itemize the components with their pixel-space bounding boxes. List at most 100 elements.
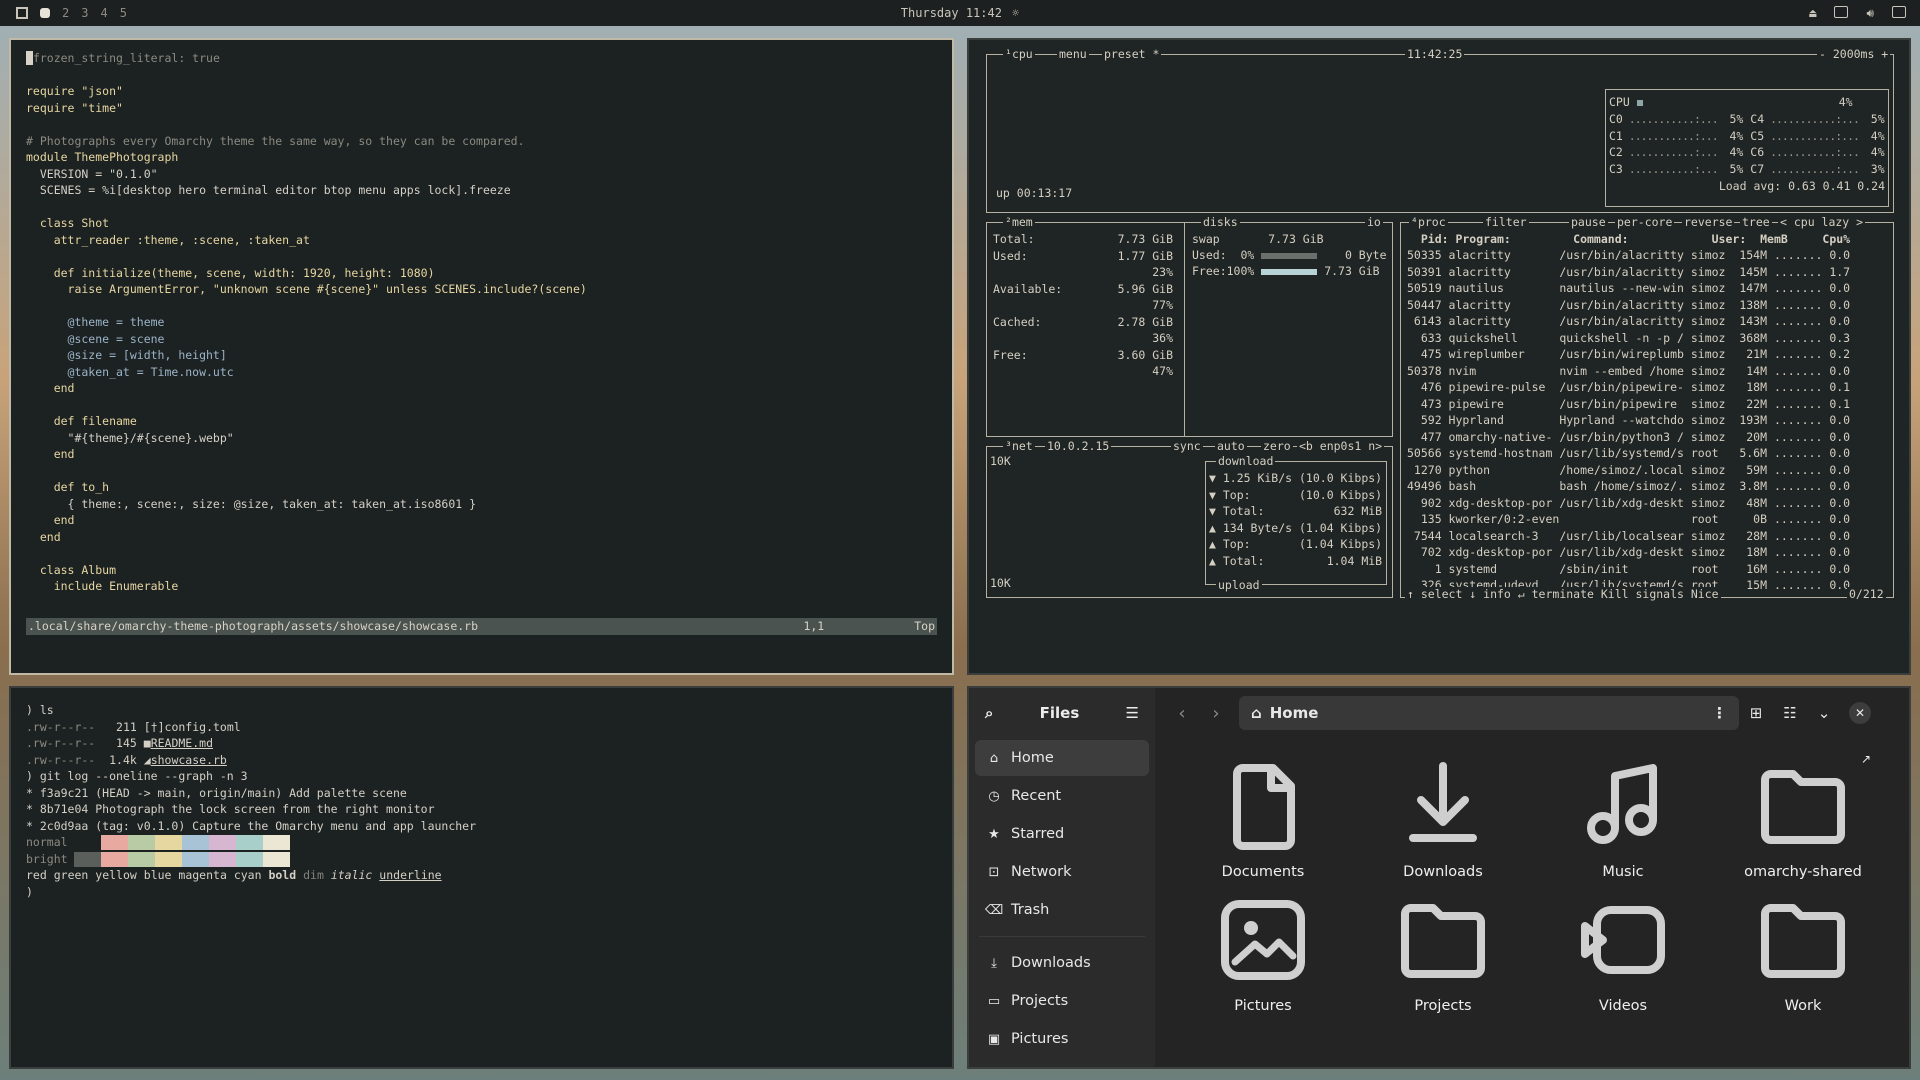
process-row[interactable]: 49496 bash bash /home/simoz/. simoz 3.8M… <box>1407 478 1850 495</box>
process-row[interactable]: 50391 alacritty /usr/bin/alacritty simoz… <box>1407 264 1850 281</box>
git-log-output: * f3a9c21 (HEAD -> main, origin/main) Ad… <box>26 786 476 833</box>
process-row[interactable]: 473 pipewire /usr/bin/pipewire simoz 22M… <box>1407 396 1850 413</box>
search-icon[interactable]: ⌕ <box>985 704 993 722</box>
file-perms: .rw-r--r-- <box>26 752 96 767</box>
back-button[interactable]: ‹ <box>1165 696 1199 730</box>
core-name: C4 <box>1750 112 1765 126</box>
proc-sort[interactable]: < cpu lazy > <box>1778 215 1866 229</box>
process-row[interactable]: 50519 nautilus nautilus --new-win simoz … <box>1407 280 1850 297</box>
sidebar-bookmark-projects[interactable]: ▭ Projects <box>975 983 1149 1019</box>
sidebar-bookmark-downloads[interactable]: ⤓ Downloads <box>975 945 1149 981</box>
proc-box-title[interactable]: ⁴proc <box>1409 215 1448 229</box>
workspace-3[interactable]: 3 <box>81 6 88 20</box>
folder-item[interactable]: Work <box>1713 892 1893 1014</box>
bluetooth-icon[interactable]: ⏏ <box>1809 6 1816 21</box>
process-row[interactable]: 902 xdg-desktop-por /usr/lib/xdg-deskt s… <box>1407 495 1850 512</box>
folder-item[interactable]: ↗ omarchy-shared <box>1713 752 1893 880</box>
neovim-window[interactable]: frozen_string_literal: true require "jso… <box>9 38 954 675</box>
btop-window[interactable]: ¹cpu menu preset * 11:42:25 - 2000ms + u… <box>967 38 1911 675</box>
folder-item[interactable]: Pictures <box>1173 892 1353 1014</box>
screen-record-icon[interactable] <box>1834 5 1849 18</box>
file-size: 145 <box>116 736 137 750</box>
process-row[interactable]: 702 xdg-desktop-por /usr/lib/xdg-deskt s… <box>1407 544 1850 561</box>
files-window[interactable]: ⌕ Files ☰ ⌂ Home ◷ Recent ★ Starred ⊡ Network ⌫ T… <box>967 686 1911 1069</box>
process-row[interactable]: 50566 systemd-hostnam /usr/lib/systemd/s… <box>1407 445 1850 462</box>
terminal-output[interactable]: ) ls .rw-r--r-- 211 [†]config.toml .rw-r… <box>26 702 937 900</box>
workspace-2[interactable]: 2 <box>62 6 69 20</box>
process-row[interactable]: 1270 python /home/simoz/.local simoz 59M… <box>1407 462 1850 479</box>
process-row[interactable]: 633 quickshell quickshell -n -p / simoz … <box>1407 330 1850 347</box>
folder-item[interactable]: Videos <box>1533 892 1713 1014</box>
sidebar-item-trash[interactable]: ⌫ Trash <box>975 892 1149 928</box>
palette-swatch <box>155 851 183 867</box>
workspace-4[interactable]: 4 <box>100 6 107 20</box>
sidebar-item-recent[interactable]: ◷ Recent <box>975 778 1149 814</box>
core-value: 5% <box>1870 112 1885 126</box>
swap-free: Free:100% 7.73 GiB <box>1192 264 1380 278</box>
more-options-icon[interactable]: ⋮ <box>1712 704 1727 722</box>
sidebar-item-network[interactable]: ⊡ Network <box>975 854 1149 890</box>
code-line: end <box>26 447 75 461</box>
palette-bright-label: bright <box>26 851 68 866</box>
process-row[interactable]: 592 Hyprland Hyprland --watchdo simoz 19… <box>1407 412 1850 429</box>
process-row[interactable]: 1 systemd /sbin/init root 16M ....... 0.… <box>1407 561 1850 578</box>
workspace-1-active[interactable] <box>40 8 50 18</box>
network-icon[interactable] <box>1892 5 1906 18</box>
net-scale-top: 10K <box>990 454 1011 468</box>
code-line: class Shot <box>26 216 110 230</box>
omarchy-logo-icon[interactable] <box>16 7 28 19</box>
file-icon: ■ <box>143 736 151 750</box>
sidebar-item-home[interactable]: ⌂ Home <box>975 740 1149 776</box>
net-sync[interactable]: sync <box>1171 439 1203 453</box>
process-row[interactable]: 475 wireplumber /usr/bin/wireplumb simoz… <box>1407 346 1850 363</box>
process-row[interactable]: 50335 alacritty /usr/bin/alacritty simoz… <box>1407 247 1850 264</box>
io-toggle[interactable]: io <box>1365 215 1383 229</box>
net-interface[interactable]: <b enp0s1 n> <box>1297 439 1385 453</box>
editor-buffer[interactable]: frozen_string_literal: true require "jso… <box>26 50 937 595</box>
process-row[interactable]: 476 pipewire-pulse /usr/bin/pipewire- si… <box>1407 379 1850 396</box>
process-row[interactable]: 50447 alacritty /usr/bin/alacritty simoz… <box>1407 297 1850 314</box>
close-button[interactable]: ✕ <box>1849 702 1871 724</box>
cpu-menu-toggle[interactable]: menu <box>1057 47 1089 61</box>
process-row[interactable]: 50378 nvim nvim --embed /home simoz 14M … <box>1407 363 1850 380</box>
proc-footer[interactable]: ↑ select ↓ info ↵ terminate Kill signals… <box>1405 587 1721 601</box>
terminal-window[interactable]: ) ls .rw-r--r-- 211 [†]config.toml .rw-r… <box>9 686 954 1069</box>
volume-icon[interactable]: 🔊︎ <box>1866 6 1874 21</box>
sidebar-bookmark-pictures[interactable]: ▣ Pictures <box>975 1021 1149 1057</box>
cpu-preset-toggle[interactable]: preset * <box>1102 47 1162 61</box>
clock[interactable]: Thursday 11:42 ☼ <box>901 6 1019 20</box>
core-value: 5% <box>1729 161 1744 176</box>
sidebar-item-starred[interactable]: ★ Starred <box>975 816 1149 852</box>
process-row[interactable]: 7544 localsearch-3 /usr/lib/localsear si… <box>1407 528 1850 545</box>
proc-filter[interactable]: filter <box>1483 215 1529 229</box>
palette-swatch <box>155 835 183 850</box>
proc-box: ⁴proc filter pause per-core reverse tree… <box>1400 215 1894 601</box>
forward-button[interactable]: › <box>1199 696 1233 730</box>
folder-item[interactable]: Downloads <box>1353 758 1533 880</box>
net-box-title[interactable]: ³net <box>1003 439 1035 453</box>
folder-item[interactable]: Projects <box>1353 892 1533 1014</box>
proc-percore[interactable]: per-core <box>1615 215 1675 229</box>
net-auto[interactable]: auto <box>1215 439 1247 453</box>
proc-tree[interactable]: tree <box>1740 215 1772 229</box>
process-row[interactable]: 6143 alacritty /usr/bin/alacritty simoz … <box>1407 313 1850 330</box>
code-line: def initialize(theme, scene, width: 1920… <box>26 265 435 280</box>
folder-item[interactable]: Documents <box>1173 758 1353 880</box>
cpu-interval[interactable]: - 2000ms + <box>1817 47 1891 61</box>
hamburger-menu-icon[interactable]: ☰ <box>1126 704 1139 722</box>
new-folder-icon[interactable]: ⊞ <box>1739 696 1773 730</box>
cpu-box-title[interactable]: ¹cpu <box>1003 47 1035 61</box>
process-row[interactable]: 135 kworker/0:2-even root 0B ....... 0.0 <box>1407 511 1850 528</box>
file-perms: .rw-r--r-- <box>26 719 96 734</box>
workspace-5[interactable]: 5 <box>120 6 127 20</box>
chevron-down-icon[interactable]: ⌄ <box>1807 696 1841 730</box>
path-bar[interactable]: ⌂ Home ⋮ <box>1239 696 1739 730</box>
view-list-icon[interactable]: ☷ <box>1773 696 1807 730</box>
net-zero[interactable]: zero <box>1261 439 1293 453</box>
mem-box-title[interactable]: ²mem <box>1003 215 1035 229</box>
disks-title[interactable]: disks <box>1201 215 1240 229</box>
process-row[interactable]: 477 omarchy-native- /usr/bin/python3 / s… <box>1407 429 1850 446</box>
folder-item[interactable]: Music <box>1533 758 1713 880</box>
proc-pause[interactable]: pause <box>1569 215 1608 229</box>
proc-reverse[interactable]: reverse <box>1682 215 1735 229</box>
